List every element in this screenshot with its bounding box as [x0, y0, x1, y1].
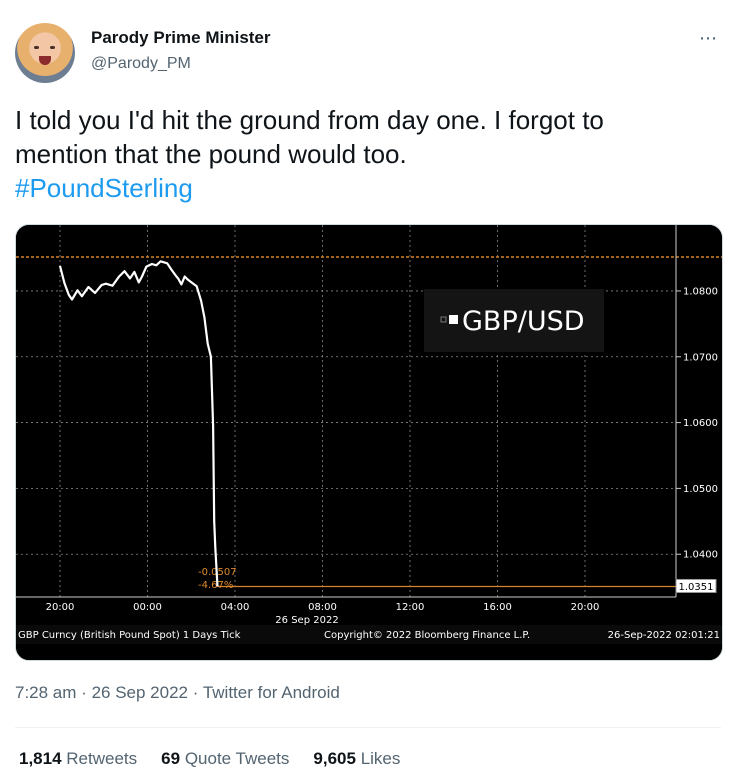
chart-footer-right: 26-Sep-2022 02:01:21	[608, 630, 720, 641]
chart-title-marker	[449, 315, 458, 324]
chart-y-tick-label: 1.0600	[683, 418, 718, 429]
chart-y-tick-label: 1.0500	[683, 484, 718, 495]
likes-count: 9,605	[313, 749, 356, 768]
divider	[15, 727, 721, 728]
retweets-label: Retweets	[66, 749, 138, 768]
chart-x-tick-label: 08:00	[308, 602, 337, 613]
tweet-media-chart[interactable]: GBP/USD 1.0800 1.0700 1.0600 1.0500 1.0400 2…	[15, 224, 723, 661]
chart-title: GBP/USD	[462, 306, 585, 337]
quote-tweets-stat[interactable]: 69 Quote Tweets	[161, 749, 289, 769]
chart-x-tick-label: 04:00	[221, 602, 250, 613]
avatar-eye	[34, 46, 39, 49]
retweets-count: 1,814	[19, 749, 62, 768]
chart-footer-center: Copyright© 2022 Bloomberg Finance L.P.	[324, 630, 530, 641]
user-name[interactable]: Parody Prime Minister	[91, 28, 271, 48]
chart-x-tick-label: 12:00	[396, 602, 425, 613]
likes-label: Likes	[360, 749, 401, 768]
chart-x-tick-label: 20:00	[571, 602, 600, 613]
chart-x-tick-label: 00:00	[133, 602, 162, 613]
tweet-text-line-2: mention that the pound would too.	[15, 139, 407, 169]
quote-tweets-label: Quote Tweets	[184, 749, 290, 768]
meta-separator: ·	[81, 683, 87, 702]
user-handle[interactable]: @Parody_PM	[91, 55, 191, 73]
tweet-time[interactable]: 7:28 am	[15, 683, 76, 702]
tweet-text: I told you I'd hit the ground from day o…	[15, 103, 715, 205]
retweets-stat[interactable]: 1,814 Retweets	[19, 749, 137, 769]
avatar-eye	[50, 46, 55, 49]
chart-change-pct: -4.67%	[198, 580, 233, 591]
chart-y-tick-label: 1.0800	[683, 286, 718, 297]
likes-stat[interactable]: 9,605 Likes	[313, 749, 400, 769]
avatar[interactable]	[15, 23, 75, 83]
chart-y-tick-label: 1.0700	[683, 352, 718, 363]
quote-tweets-count: 69	[161, 749, 181, 768]
more-options-icon[interactable]: ⋯	[699, 28, 718, 49]
chart-footer-left: GBP Curncy (British Pound Spot) 1 Days T…	[18, 630, 241, 641]
chart-background	[16, 225, 722, 660]
tweet-meta: 7:28 am · 26 Sep 2022 · Twitter for Andr…	[15, 683, 340, 703]
avatar-mouth	[39, 56, 51, 65]
chart-x-tick-label: 16:00	[483, 602, 512, 613]
tweet-stats: 1,814 Retweets 69 Quote Tweets 9,605 Lik…	[19, 749, 400, 769]
chart-x-date-label: 26 Sep 2022	[275, 615, 338, 626]
chart-x-tick-label: 20:00	[46, 602, 75, 613]
chart-svg: GBP/USD 1.0800 1.0700 1.0600 1.0500 1.0400 2…	[16, 225, 722, 660]
hashtag-link[interactable]: #PoundSterling	[15, 171, 715, 205]
meta-separator: ·	[192, 683, 199, 702]
tweet-text-line-1: I told you I'd hit the ground from day o…	[15, 105, 604, 135]
tweet-client[interactable]: Twitter for Android	[203, 683, 340, 702]
chart-y-tick-label: 1.0400	[683, 550, 718, 561]
tweet-date[interactable]: 26 Sep 2022	[92, 683, 188, 702]
chart-last-price-label: 1.0351	[679, 582, 714, 593]
